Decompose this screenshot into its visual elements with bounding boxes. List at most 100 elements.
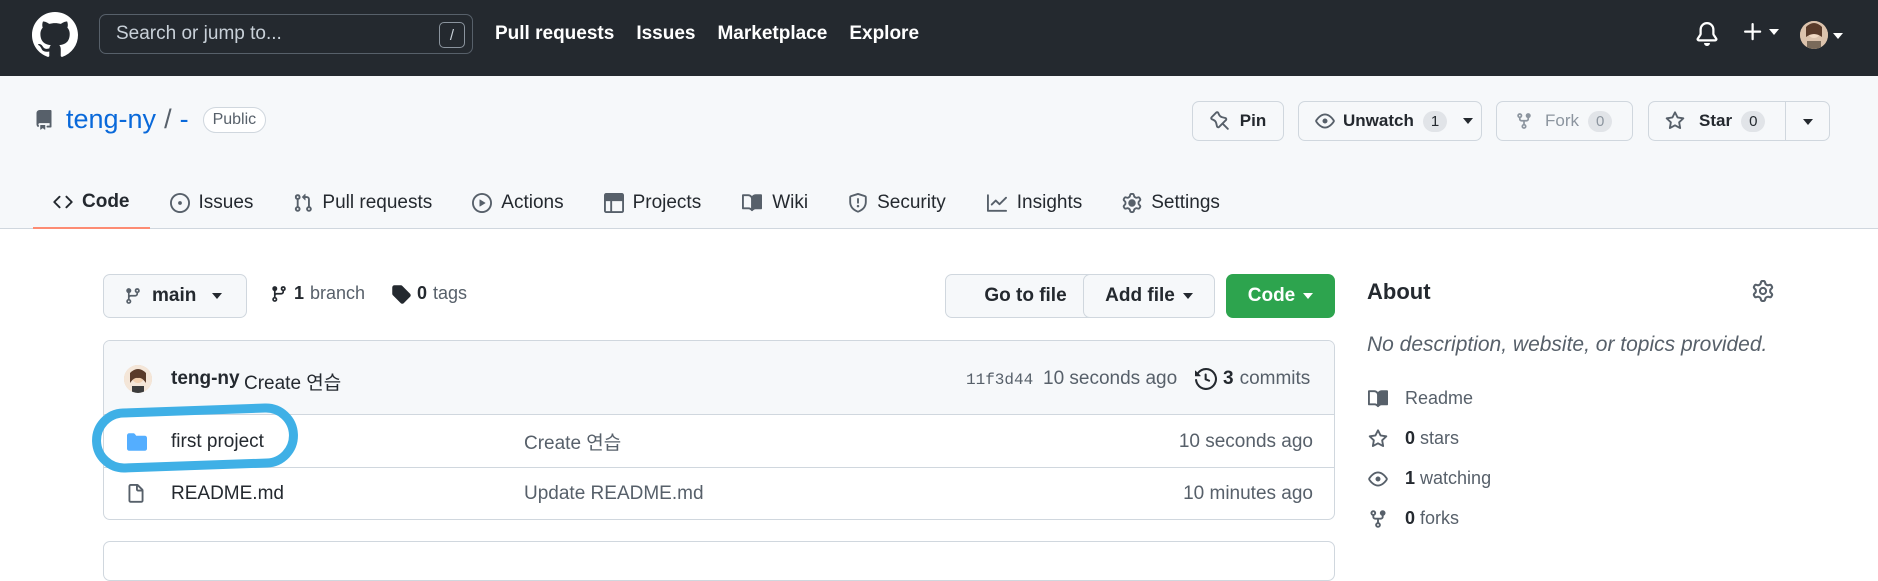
file-commit-message[interactable]: Update README.md [524, 483, 704, 505]
pin-label: Pin [1239, 111, 1267, 130]
nav-pull-requests[interactable]: Pull requests [495, 23, 614, 45]
user-avatar[interactable] [1800, 21, 1828, 49]
chevron-down-icon [1182, 293, 1193, 299]
tab-issues[interactable]: Issues [150, 176, 274, 229]
gear-icon [1122, 192, 1142, 213]
stars-count: 0 [1405, 428, 1416, 448]
pin-icon [1210, 111, 1230, 131]
top-nav: Pull requests Issues Marketplace Explore [495, 0, 919, 68]
repo-name-link[interactable]: - [180, 104, 189, 135]
repo-title: teng-ny / - Public [34, 104, 267, 135]
tab-projects[interactable]: Projects [584, 176, 722, 229]
highlight-annotation-circle [90, 402, 300, 474]
branch-select-button[interactable]: main [103, 274, 247, 318]
commit-count-label: commits [1239, 368, 1311, 389]
graph-icon [986, 193, 1008, 213]
tab-wiki[interactable]: Wiki [721, 176, 828, 229]
visibility-badge: Public [202, 106, 267, 133]
pin-button[interactable]: Pin [1192, 101, 1284, 141]
stars-link[interactable]: 0 stars [1367, 428, 1459, 449]
watching-link[interactable]: 1 watching [1367, 468, 1491, 489]
bell-icon[interactable] [1695, 22, 1719, 46]
tab-security[interactable]: Security [828, 176, 966, 229]
branch-count: 1 [294, 283, 305, 303]
code-button[interactable]: Code [1226, 274, 1335, 318]
readme-label: Readme [1405, 388, 1474, 408]
tag-icon [391, 284, 411, 304]
star-label: Star [1699, 111, 1733, 130]
tab-label: Issues [198, 191, 254, 213]
tab-label: Insights [1016, 191, 1083, 213]
fork-button[interactable]: Fork 0 [1496, 101, 1633, 141]
history-icon [1195, 368, 1217, 390]
file-commit-time: 10 seconds ago [1178, 430, 1313, 452]
github-logo-icon[interactable] [32, 12, 78, 58]
commit-time: 10 seconds ago [1043, 368, 1178, 389]
stars-label: stars [1420, 428, 1460, 448]
nav-issues[interactable]: Issues [636, 23, 695, 45]
repo-tabs: Code Issues Pull requests Actions Projec… [33, 176, 1240, 229]
forks-link[interactable]: 0 forks [1367, 508, 1459, 529]
commits-link[interactable]: 3 commits [1195, 368, 1310, 390]
go-to-file-button[interactable]: Go to file [945, 274, 1106, 318]
chevron-down-icon[interactable] [1833, 33, 1843, 39]
repo-owner-link[interactable]: teng-ny [66, 104, 156, 135]
pull-request-icon [293, 193, 313, 213]
file-name-link[interactable]: README.md [171, 483, 284, 505]
search-box[interactable]: / [99, 14, 473, 54]
tab-actions[interactable]: Actions [452, 176, 583, 229]
tab-label: Actions [501, 191, 564, 213]
chevron-down-icon[interactable] [1803, 119, 1813, 125]
chevron-down-icon [212, 293, 223, 299]
forks-count: 0 [1405, 508, 1416, 528]
nav-marketplace[interactable]: Marketplace [717, 23, 827, 45]
eye-icon [1367, 469, 1389, 489]
tab-settings[interactable]: Settings [1102, 176, 1240, 229]
list-item[interactable]: README.md Update README.md 10 minutes ag… [104, 468, 1334, 519]
fork-icon [1367, 509, 1389, 529]
star-button[interactable]: Star 0 [1648, 101, 1830, 141]
repo-path-separator: / [164, 104, 172, 134]
tab-label: Settings [1151, 191, 1220, 213]
star-count: 0 [1741, 110, 1766, 132]
tab-label: Security [877, 191, 946, 213]
search-input[interactable] [116, 23, 416, 45]
latest-commit-bar: teng-ny Create 연습 11f3d44 10 seconds ago… [104, 341, 1334, 415]
slash-shortcut-hint: / [439, 22, 465, 48]
star-icon [1665, 111, 1685, 131]
commit-author-link[interactable]: teng-ny [171, 368, 240, 390]
tags-link[interactable]: 0 tags [391, 283, 467, 304]
tab-label: Projects [632, 191, 702, 213]
watching-count: 1 [1405, 468, 1416, 488]
star-icon [1367, 428, 1389, 449]
unwatch-button[interactable]: Unwatch 1 [1298, 101, 1482, 141]
tab-pull-requests[interactable]: Pull requests [273, 176, 452, 229]
branches-link[interactable]: 1 branch [270, 283, 365, 304]
global-header: / Pull requests Issues Marketplace Explo… [0, 0, 1878, 76]
create-new-menu[interactable] [1741, 20, 1779, 44]
branch-icon [124, 286, 142, 306]
unwatch-label: Unwatch [1343, 111, 1414, 130]
commit-count: 3 [1223, 368, 1234, 389]
readme-link[interactable]: Readme [1367, 388, 1473, 409]
book-icon [1367, 389, 1389, 409]
shield-icon [848, 192, 868, 213]
play-icon [472, 192, 493, 213]
add-file-button[interactable]: Add file [1083, 274, 1215, 318]
commit-author-avatar[interactable] [124, 365, 152, 393]
issue-icon [169, 192, 190, 213]
forks-label: forks [1420, 508, 1460, 528]
file-commit-message[interactable]: Create 연습 [524, 428, 621, 455]
book-icon [741, 193, 763, 213]
watching-label: watching [1420, 468, 1492, 488]
commit-sha-link[interactable]: 11f3d44 [966, 371, 1033, 389]
tab-insights[interactable]: Insights [966, 176, 1102, 229]
nav-explore[interactable]: Explore [849, 23, 919, 45]
star-split-divider [1785, 102, 1786, 140]
branch-name: main [152, 285, 197, 306]
tab-code[interactable]: Code [33, 176, 150, 229]
plus-icon [1741, 20, 1765, 44]
commit-message-link[interactable]: Create 연습 [244, 368, 341, 395]
gear-icon[interactable] [1752, 280, 1774, 302]
about-heading: About [1367, 279, 1431, 304]
